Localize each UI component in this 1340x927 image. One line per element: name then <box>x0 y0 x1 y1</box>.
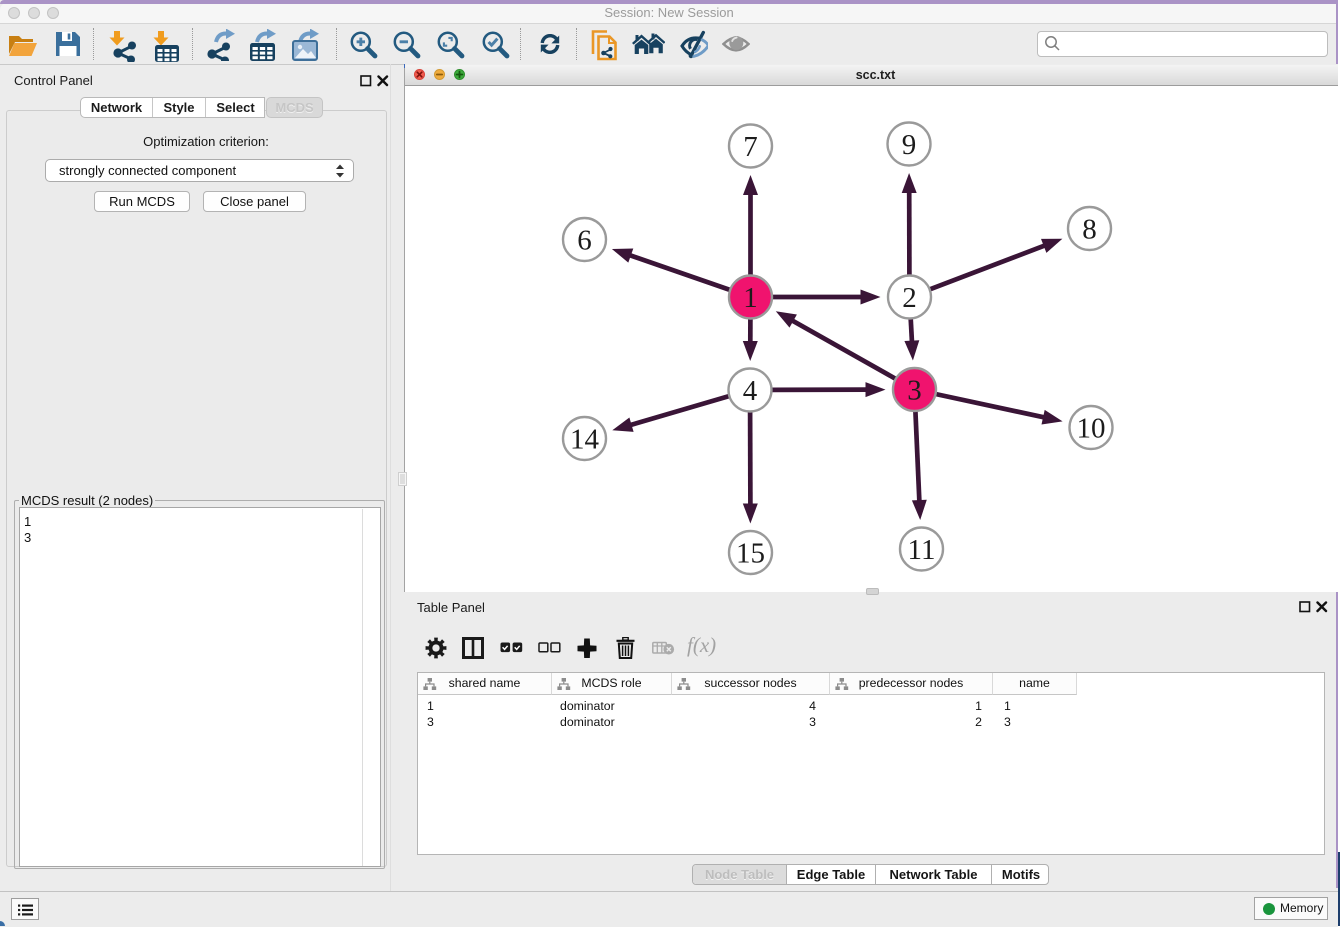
svg-text:6: 6 <box>577 224 592 256</box>
svg-text:15: 15 <box>736 537 765 569</box>
svg-text:2: 2 <box>902 282 917 314</box>
svg-text:8: 8 <box>1082 213 1097 245</box>
svg-text:4: 4 <box>743 375 758 407</box>
svg-text:3: 3 <box>907 374 922 406</box>
svg-text:1: 1 <box>743 282 758 314</box>
svg-text:10: 10 <box>1077 412 1106 444</box>
svg-text:14: 14 <box>570 423 600 455</box>
svg-text:7: 7 <box>743 131 758 163</box>
svg-text:9: 9 <box>902 129 917 161</box>
svg-text:11: 11 <box>908 534 936 566</box>
